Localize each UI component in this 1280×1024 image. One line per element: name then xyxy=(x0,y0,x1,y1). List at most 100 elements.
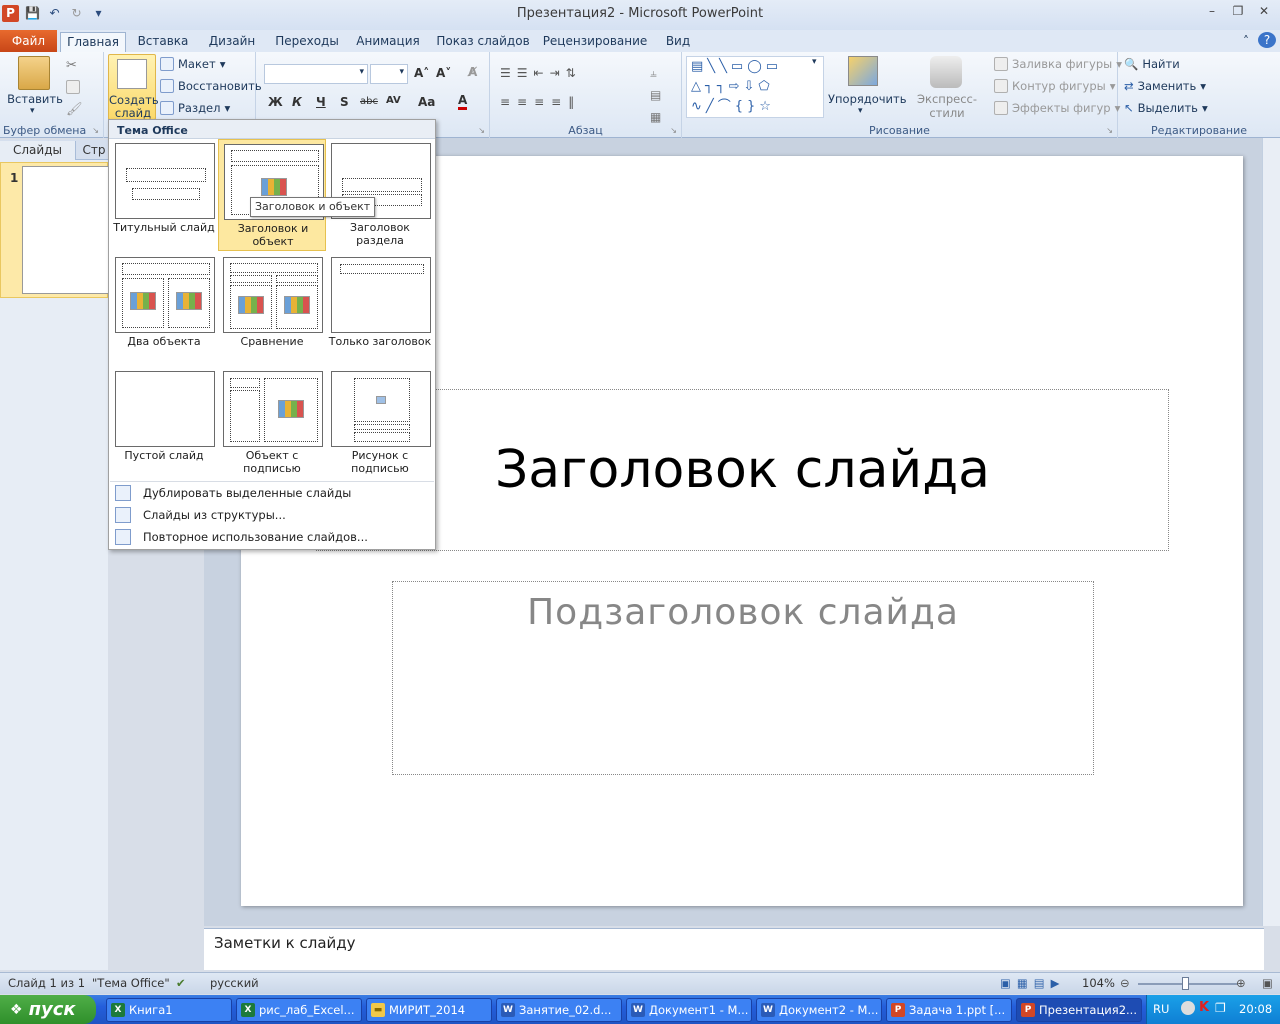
format-painter-icon[interactable]: 🖌 xyxy=(66,102,83,117)
select-button[interactable]: ↖ Выделить ▾ xyxy=(1124,101,1208,115)
arrange-button[interactable]: Упорядочить xyxy=(828,92,907,106)
font-name-combo[interactable]: ▾ xyxy=(264,64,368,84)
shape-effects-button[interactable]: Эффекты фигур ▾ xyxy=(994,101,1120,115)
zoom-slider-thumb[interactable] xyxy=(1182,977,1189,990)
font-dialog-launcher-icon[interactable]: ↘ xyxy=(478,126,485,135)
zoom-out-icon[interactable]: ⊖ xyxy=(1120,976,1130,990)
copy-icon[interactable] xyxy=(66,80,80,97)
taskbar-word-doc1[interactable]: W Документ1 - М... xyxy=(626,998,752,1022)
tab-file[interactable]: Файл xyxy=(0,30,57,52)
paragraph-dialog-launcher-icon[interactable]: ↘ xyxy=(670,126,677,135)
tab-outline[interactable]: Стр xyxy=(80,141,108,160)
vertical-scrollbar[interactable] xyxy=(1262,138,1280,926)
shadow-button[interactable]: S xyxy=(340,95,349,109)
layout-blank[interactable]: Пустой слайд xyxy=(110,367,218,479)
layout-title-slide[interactable]: Титульный слайд xyxy=(110,139,218,251)
quick-styles-button[interactable]: Экспресс-стили xyxy=(904,92,990,120)
duplicate-slides-menu-item[interactable]: Дублировать выделенные слайды xyxy=(109,482,435,504)
view-buttons-icon[interactable]: ▣▦▤▶ xyxy=(1000,976,1065,990)
shapes-gallery[interactable]: ▤╲╲▭◯▭ △┐┐⇨⇩⬠ ∿╱⌒{}☆ xyxy=(686,56,824,118)
shrink-font-icon[interactable]: A˅ xyxy=(436,66,451,80)
tray-icon[interactable] xyxy=(1181,1001,1195,1015)
paste-button[interactable]: Вставить xyxy=(4,92,66,106)
layout-content-caption[interactable]: Объект с подписью xyxy=(218,367,326,479)
slides-from-outline-menu-item[interactable]: Слайды из структуры... xyxy=(109,504,435,526)
tab-slideshow[interactable]: Показ слайдов xyxy=(432,32,534,52)
fit-slide-icon[interactable]: ▣ xyxy=(1262,976,1273,990)
theme-name[interactable]: "Тема Office" xyxy=(92,976,170,990)
zoom-level[interactable]: 104% xyxy=(1082,976,1115,990)
find-button[interactable]: 🔍 Найти xyxy=(1124,57,1180,71)
layout-comparison[interactable]: Сравнение xyxy=(218,253,326,365)
tab-animation[interactable]: Анимация xyxy=(352,32,424,52)
taskbar-ppt-presentation2[interactable]: P Презентация2... xyxy=(1016,998,1142,1022)
minimize-icon[interactable]: – xyxy=(1204,4,1220,20)
paste-icon[interactable] xyxy=(18,56,50,90)
antivirus-icon[interactable]: K xyxy=(1199,1000,1209,1015)
slide-thumbnail[interactable] xyxy=(22,166,112,294)
layout-two-content[interactable]: Два объекта xyxy=(110,253,218,365)
layout-section-header[interactable]: Заголовок раздела xyxy=(326,139,434,251)
layout-title-content[interactable]: Заголовок и объект xyxy=(218,139,326,251)
new-slide-button[interactable]: Создать слайд xyxy=(108,54,159,120)
align-buttons-icon[interactable]: ≡≡≡≡‖ xyxy=(500,95,581,109)
tab-insert[interactable]: Вставка xyxy=(132,32,194,52)
taskbar-word-doc2[interactable]: W Документ2 - М... xyxy=(756,998,882,1022)
clear-format-icon[interactable]: A̸ xyxy=(468,65,477,79)
drawing-dialog-launcher-icon[interactable]: ↘ xyxy=(1106,126,1113,135)
layout-name: Титульный слайд xyxy=(113,221,215,234)
align-text-icon[interactable]: ▤ xyxy=(650,88,661,102)
change-case-button[interactable]: Aa xyxy=(418,95,435,109)
underline-button[interactable]: Ч xyxy=(316,95,326,109)
notes-placeholder[interactable]: Заметки к слайду xyxy=(214,934,356,952)
help-icon[interactable]: ? xyxy=(1258,32,1276,48)
layout-button[interactable]: Макет ▾ xyxy=(160,57,225,71)
section-button[interactable]: Раздел ▾ xyxy=(160,101,230,115)
reuse-slides-menu-item[interactable]: Повторное использование слайдов... xyxy=(109,526,435,548)
taskbar-word-lesson[interactable]: W Занятие_02.d... xyxy=(496,998,622,1022)
smartart-icon[interactable]: ▦ xyxy=(650,110,661,124)
shape-fill-button[interactable]: Заливка фигуры ▾ xyxy=(994,57,1122,71)
char-spacing-button[interactable]: AV xyxy=(386,95,401,106)
font-size-combo[interactable]: ▾ xyxy=(370,64,408,84)
language[interactable]: русский xyxy=(210,976,259,990)
slide-title[interactable]: Заголовок слайда xyxy=(316,440,1169,500)
layout-title-only[interactable]: Только заголовок xyxy=(326,253,434,365)
tab-home[interactable]: Главная xyxy=(60,32,126,52)
language-indicator[interactable]: RU xyxy=(1153,1002,1169,1016)
italic-button[interactable]: К xyxy=(292,95,302,109)
strikethrough-button[interactable]: abc xyxy=(360,96,378,107)
replace-button[interactable]: ⇄ Заменить ▾ xyxy=(1124,79,1206,93)
taskbar-ppt-task1[interactable]: P Задача 1.ppt [... xyxy=(886,998,1012,1022)
taskbar-excel-book1[interactable]: X Книга1 xyxy=(106,998,232,1022)
ribbon-minimize-icon[interactable]: ˄ xyxy=(1238,32,1254,52)
shapes-more-icon[interactable]: ▾ xyxy=(812,57,817,67)
tab-review[interactable]: Рецензирование xyxy=(540,32,650,52)
tab-view[interactable]: Вид xyxy=(658,32,698,52)
layout-picture-caption[interactable]: Рисунок с подписью xyxy=(326,367,434,479)
tab-design[interactable]: Дизайн xyxy=(202,32,262,52)
network-icon[interactable]: ❐ xyxy=(1215,1001,1226,1015)
text-direction-icon[interactable]: ⫨ xyxy=(650,66,657,81)
zoom-in-icon[interactable]: ⊕ xyxy=(1236,976,1246,990)
list-buttons-icon[interactable]: ☰☰⇤⇥⇅ xyxy=(500,66,582,80)
taskbar-folder-mirit[interactable]: ▬ МИРИТ_2014 xyxy=(366,998,492,1022)
close-icon[interactable]: ✕ xyxy=(1256,4,1272,20)
grow-font-icon[interactable]: A˄ xyxy=(414,66,429,80)
dialog-launcher-icon[interactable]: ↘ xyxy=(92,126,99,135)
tab-slides[interactable]: Слайды xyxy=(0,141,76,160)
cut-icon[interactable]: ✂ xyxy=(66,58,77,73)
bold-button[interactable]: Ж xyxy=(268,95,283,109)
reset-button[interactable]: Восстановить xyxy=(160,79,262,93)
shape-outline-button[interactable]: Контур фигуры ▾ xyxy=(994,79,1116,93)
maximize-icon[interactable]: ❐ xyxy=(1230,4,1246,20)
notes-pane[interactable] xyxy=(204,928,1264,970)
start-button[interactable]: ❖ пуск xyxy=(0,995,96,1024)
taskbar-excel-lab[interactable]: Xрис_лаб_Excel... xyxy=(236,998,362,1022)
spellcheck-icon[interactable]: ✔ xyxy=(176,976,186,990)
paste-dropdown-icon[interactable]: ▾ xyxy=(30,106,35,116)
tab-transitions[interactable]: Переходы xyxy=(270,32,344,52)
slide-subtitle[interactable]: Подзаголовок слайда xyxy=(392,592,1094,633)
new-slide-label-2: слайд xyxy=(114,106,152,120)
font-color-button[interactable]: A xyxy=(458,93,468,110)
